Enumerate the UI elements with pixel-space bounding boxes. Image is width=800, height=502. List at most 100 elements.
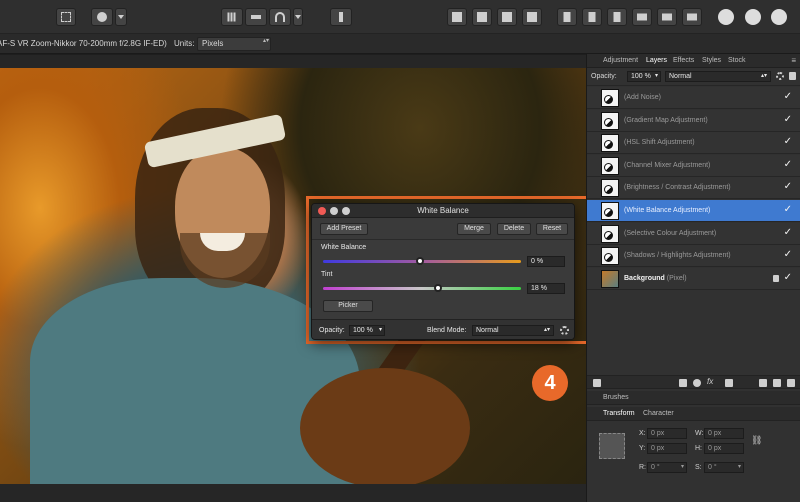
rotation-field[interactable]: 0 ° (647, 462, 687, 473)
arrange-backward-button[interactable] (472, 8, 492, 26)
anchor-selector[interactable] (599, 433, 625, 459)
layers-stack-icon[interactable] (593, 379, 601, 387)
gear-icon[interactable] (560, 326, 569, 335)
add-preset-button[interactable]: Add Preset (320, 223, 368, 235)
layer-row[interactable]: (White Balance Adjustment) ✓ (587, 200, 800, 222)
brushes-label: Brushes (603, 394, 629, 401)
align-left-button[interactable] (557, 8, 577, 26)
layer-row[interactable]: (HSL Shift Adjustment) ✓ (587, 132, 800, 155)
adjustment-icon (604, 140, 613, 150)
panel-menu-icon[interactable]: ≡ (791, 56, 796, 65)
x-label: X: (639, 430, 646, 437)
blend-mode-value: Normal (476, 327, 499, 334)
dialog-titlebar[interactable]: White Balance (312, 204, 574, 218)
tab-transform[interactable]: Transform (603, 410, 635, 417)
selection-mode-dropdown[interactable] (115, 8, 127, 26)
trash-icon[interactable] (787, 379, 795, 387)
mask-layer-icon[interactable] (679, 379, 687, 387)
lock-icon[interactable] (789, 72, 796, 80)
w-field[interactable]: 0 px (704, 428, 744, 439)
visibility-check-icon[interactable]: ✓ (784, 204, 792, 215)
lock-icon[interactable] (773, 274, 779, 282)
picker-button[interactable]: Picker (323, 300, 373, 312)
align-center-icon (588, 12, 596, 22)
adjustment-layer-icon[interactable] (693, 379, 701, 387)
visibility-check-icon[interactable]: ✓ (784, 249, 792, 260)
visibility-check-icon[interactable]: ✓ (784, 114, 792, 125)
tint-slider-knob[interactable] (433, 284, 442, 292)
tint-slider-track[interactable] (323, 287, 521, 290)
link-icon[interactable]: ⛓ (751, 435, 762, 446)
tint-value-field[interactable]: 18 % (527, 283, 565, 294)
units-select[interactable]: Pixels (197, 37, 271, 51)
tab-character[interactable]: Character (643, 410, 674, 417)
layer-opacity-select[interactable]: 100 % ▾ (627, 71, 661, 82)
grid-button[interactable] (221, 8, 243, 26)
align-middle-icon (662, 13, 672, 21)
main-toolbar (0, 0, 800, 34)
fx-icon[interactable]: fx (707, 377, 713, 386)
snapping-dropdown[interactable] (293, 8, 303, 26)
selection-mode-button[interactable] (91, 8, 113, 26)
white-balance-slider-knob[interactable] (416, 257, 424, 265)
align-center-button[interactable] (582, 8, 602, 26)
opacity-label: Opacity: (319, 327, 345, 334)
adjustment-icon (604, 162, 613, 172)
layer-row-background[interactable]: Background (Pixel) ✓ (587, 267, 800, 290)
tab-effects[interactable]: Effects (673, 57, 694, 64)
x-field[interactable]: 0 px (647, 428, 687, 439)
layer-row[interactable]: (Add Noise) ✓ (587, 87, 800, 109)
new-layer-icon[interactable] (773, 379, 781, 387)
layer-name: (HSL Shift Adjustment) (624, 139, 695, 147)
visibility-check-icon[interactable]: ✓ (784, 227, 792, 238)
marquee-selection-button[interactable] (56, 8, 76, 26)
opacity-select[interactable]: 100 % ▾ (349, 325, 385, 336)
arrange-front-button[interactable] (522, 8, 542, 26)
tab-styles[interactable]: Styles (702, 57, 721, 64)
layer-row[interactable]: (Gradient Map Adjustment) ✓ (587, 109, 800, 132)
tab-stock[interactable]: Stock (728, 57, 746, 64)
shear-field[interactable]: 0 ° (704, 462, 744, 473)
align-right-icon (613, 12, 621, 22)
lens-info-text: AF-S VR Zoom-Nikkor 70-200mm f/2.8G IF-E… (0, 39, 167, 48)
align-top-button[interactable] (632, 8, 652, 26)
arrange-back-button[interactable] (447, 8, 467, 26)
align-bottom-button[interactable] (682, 8, 702, 26)
layer-name: (Channel Mixer Adjustment) (624, 161, 711, 169)
reset-button[interactable]: Reset (536, 223, 568, 235)
visibility-check-icon[interactable]: ✓ (784, 91, 792, 102)
blend-mode-select[interactable]: Normal ▴▾ (472, 325, 554, 336)
layer-row[interactable]: (Brightness / Contrast Adjustment) ✓ (587, 177, 800, 200)
gear-icon[interactable] (776, 72, 784, 80)
subtract-boolean-button[interactable] (745, 9, 761, 25)
visibility-check-icon[interactable]: ✓ (784, 159, 792, 170)
h-field[interactable]: 0 px (704, 443, 744, 454)
add-boolean-button[interactable] (718, 9, 734, 25)
arrange-forward-button[interactable] (497, 8, 517, 26)
arrange-icon (502, 12, 512, 22)
align-right-button[interactable] (607, 8, 627, 26)
visibility-check-icon[interactable]: ✓ (784, 272, 792, 283)
align-middle-button[interactable] (657, 8, 677, 26)
tab-layers[interactable]: Layers (646, 57, 667, 64)
mask-button[interactable] (330, 8, 352, 26)
layer-row[interactable]: (Shadows / Highlights Adjustment) ✓ (587, 245, 800, 268)
group-folder-icon[interactable] (759, 379, 767, 387)
layer-row[interactable]: (Channel Mixer Adjustment) ✓ (587, 154, 800, 177)
delete-button[interactable]: Delete (497, 223, 531, 235)
y-field[interactable]: 0 px (647, 443, 687, 454)
layer-blend-select[interactable]: Normal ▴▾ (665, 71, 771, 82)
visibility-check-icon[interactable]: ✓ (784, 136, 792, 147)
visibility-check-icon[interactable]: ✓ (784, 181, 792, 192)
adjustment-icon (604, 95, 613, 104)
brushes-panel-header[interactable]: Brushes (587, 391, 800, 405)
layer-row[interactable]: (Selective Colour Adjustment) ✓ (587, 222, 800, 245)
chevron-updown-icon: ▴▾ (760, 73, 767, 79)
align-button[interactable] (245, 8, 267, 26)
tab-adjustment[interactable]: Adjustment (603, 57, 638, 64)
intersect-boolean-button[interactable] (771, 9, 787, 25)
merge-button[interactable]: Merge (457, 223, 491, 235)
live-filter-icon[interactable] (725, 379, 733, 387)
white-balance-value-field[interactable]: 0 % (527, 256, 565, 267)
snapping-button[interactable] (269, 8, 291, 26)
